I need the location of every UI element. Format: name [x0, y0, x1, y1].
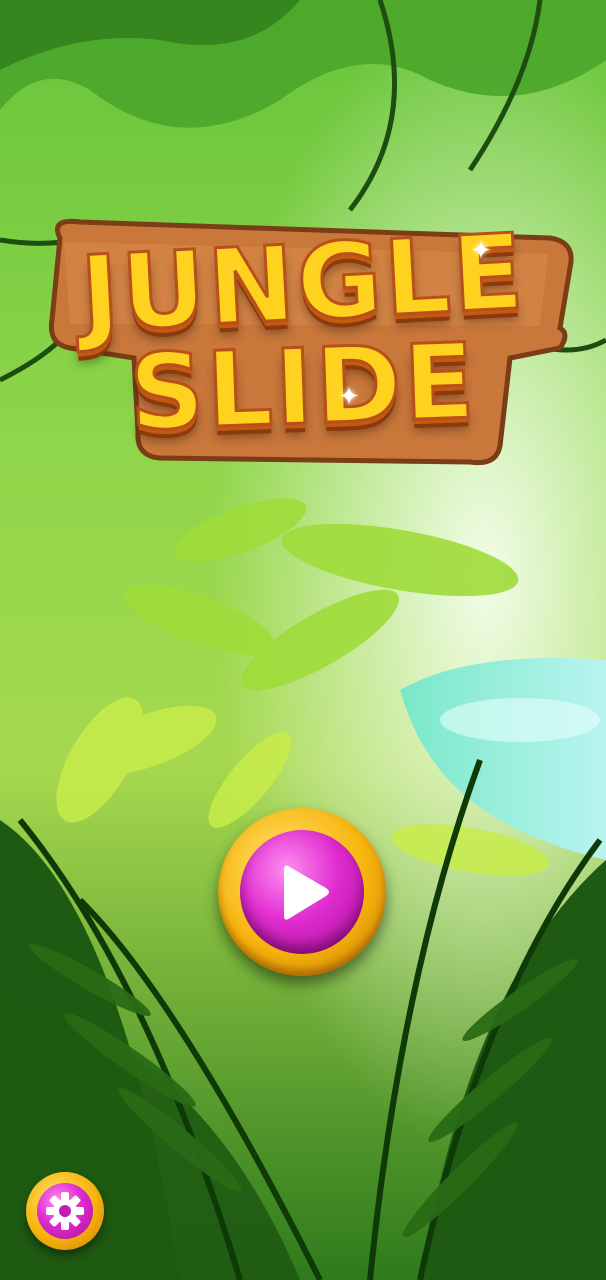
- play-triangle-icon: [284, 865, 329, 920]
- sparkle-icon: ✦: [338, 382, 360, 412]
- jungle-scenery: [0, 0, 606, 1280]
- settings-button[interactable]: [26, 1172, 104, 1250]
- settings-button-face: [37, 1183, 93, 1239]
- game-title-line2: SLIDE: [126, 318, 480, 455]
- sparkle-icon: ✦: [470, 236, 492, 266]
- gear-icon: [46, 1192, 84, 1230]
- play-button[interactable]: [218, 808, 386, 976]
- play-button-face: [240, 830, 364, 954]
- jungle-background: [0, 0, 606, 1280]
